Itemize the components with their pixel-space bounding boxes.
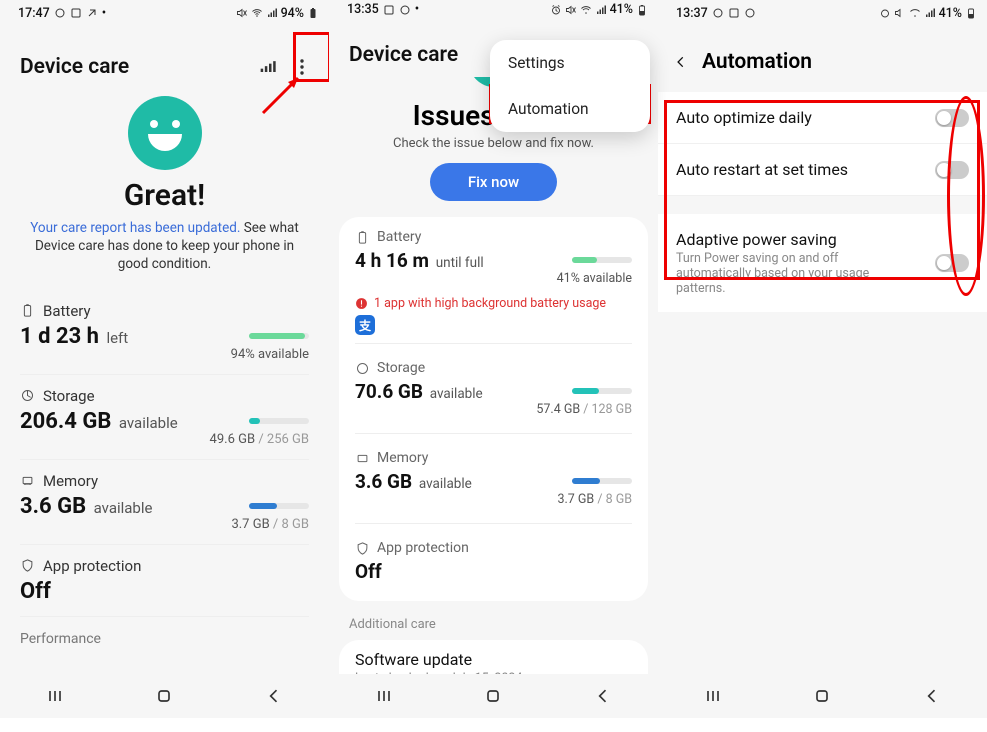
- android-nav-bar: [329, 674, 658, 718]
- page-title: Device care: [20, 55, 129, 79]
- home-button[interactable]: [154, 686, 174, 706]
- back-button[interactable]: [674, 55, 688, 69]
- recents-button[interactable]: [374, 686, 394, 706]
- wifi-icon: [909, 7, 921, 19]
- app-protection-row[interactable]: App protection Off: [0, 547, 329, 614]
- alipay-app-icon[interactable]: 支: [355, 315, 375, 335]
- shield-icon: [355, 541, 370, 556]
- page-title-bar: Automation: [658, 24, 987, 82]
- annotation-box: [664, 100, 980, 280]
- shield-icon: [20, 558, 35, 573]
- metrics-card: Battery 4 h 16 m until full 41% availabl…: [339, 217, 648, 601]
- storage-icon: [20, 388, 35, 403]
- back-button[interactable]: [264, 686, 284, 706]
- status-icon: [399, 4, 411, 16]
- care-report-link[interactable]: Your care report has been updated.: [30, 220, 240, 236]
- status-bar: 17:47 • 94%: [0, 0, 329, 24]
- back-button[interactable]: [922, 686, 942, 706]
- performance-row[interactable]: Performance: [0, 619, 329, 651]
- status-icon: [86, 7, 98, 19]
- status-icon: [54, 7, 66, 19]
- menu-item-automation[interactable]: Automation: [490, 86, 650, 132]
- memory-icon: [20, 473, 35, 488]
- page-title: Automation: [702, 50, 812, 74]
- page-title: Device care: [349, 43, 458, 67]
- memory-icon: [355, 451, 370, 466]
- overflow-menu: Settings Automation: [490, 40, 650, 132]
- alarm-icon: [550, 4, 562, 16]
- status-icon: [728, 7, 740, 19]
- android-nav-bar: [0, 674, 329, 718]
- recents-button[interactable]: [703, 686, 723, 706]
- mute-icon: [565, 4, 577, 16]
- annotation-ellipse: [947, 96, 985, 296]
- issues-subtitle: Check the issue below and fix now.: [329, 136, 658, 151]
- clock: 13:37: [676, 6, 708, 21]
- screenshot-1-device-care: 17:47 • 94% Device care: [0, 0, 329, 718]
- back-button[interactable]: [593, 686, 613, 706]
- status-icon: [712, 7, 724, 19]
- home-button[interactable]: [483, 686, 503, 706]
- status-bar: 13:37 41%: [658, 0, 987, 24]
- wifi-icon: [580, 4, 592, 16]
- battery-icon: [965, 7, 977, 19]
- app-protection-row[interactable]: App protection Off: [339, 532, 648, 591]
- memory-row[interactable]: Memory 3.6 GB available 3.7 GB / 8 GB: [339, 442, 648, 515]
- android-nav-bar: [658, 674, 987, 718]
- battery-pct: 94%: [281, 6, 304, 21]
- battery-warning: 1 app with high background battery usage: [339, 294, 648, 315]
- screenshot-3-automation: 13:37 41% Automation Auto optimize daily…: [658, 0, 987, 718]
- alarm-icon: [879, 7, 891, 19]
- battery-icon: [20, 303, 35, 318]
- storage-row[interactable]: Storage 206.4 GB available 49.6 GB / 256…: [0, 377, 329, 457]
- status-smiley-icon: [128, 96, 202, 170]
- additional-care-label: Additional care: [329, 601, 658, 636]
- wifi-icon: [251, 7, 263, 19]
- battery-pct: 41%: [939, 6, 962, 21]
- mute-icon: [236, 7, 248, 19]
- status-title: Great!: [16, 178, 313, 213]
- warning-icon: [355, 297, 368, 310]
- clock: 17:47: [18, 6, 50, 21]
- status-dot: •: [415, 2, 419, 17]
- signal-icon: [266, 7, 278, 19]
- status-icon: [383, 4, 395, 16]
- mute-icon: [894, 7, 906, 19]
- battery-row[interactable]: Battery 1 d 23 h left 94% available: [0, 292, 329, 372]
- battery-row[interactable]: Battery 4 h 16 m until full 41% availabl…: [339, 221, 648, 294]
- clock: 13:35: [347, 2, 379, 17]
- signal-icon: [595, 4, 607, 16]
- status-bar: 13:35 • 41%: [329, 0, 658, 17]
- storage-row[interactable]: Storage 70.6 GB available 57.4 GB / 128 …: [339, 352, 648, 425]
- fix-now-button[interactable]: Fix now: [430, 163, 557, 201]
- recents-button[interactable]: [45, 686, 65, 706]
- battery-icon: [307, 7, 319, 19]
- status-dot: •: [102, 6, 106, 21]
- screenshot-2-device-care-menu: 13:35 • 41% Device care Issues found Che…: [329, 0, 658, 718]
- battery-icon: [636, 4, 648, 16]
- storage-icon: [355, 361, 370, 376]
- annotation-arrow-icon: [258, 68, 308, 118]
- battery-icon: [355, 230, 370, 245]
- menu-item-settings[interactable]: Settings: [490, 40, 650, 86]
- home-button[interactable]: [812, 686, 832, 706]
- battery-pct: 41%: [610, 2, 633, 17]
- memory-row[interactable]: Memory 3.6 GB available 3.7 GB / 8 GB: [0, 462, 329, 542]
- status-icon: [70, 7, 82, 19]
- signal-icon: [924, 7, 936, 19]
- status-icon: [744, 7, 756, 19]
- status-subtitle: Your care report has been updated. See w…: [16, 219, 313, 274]
